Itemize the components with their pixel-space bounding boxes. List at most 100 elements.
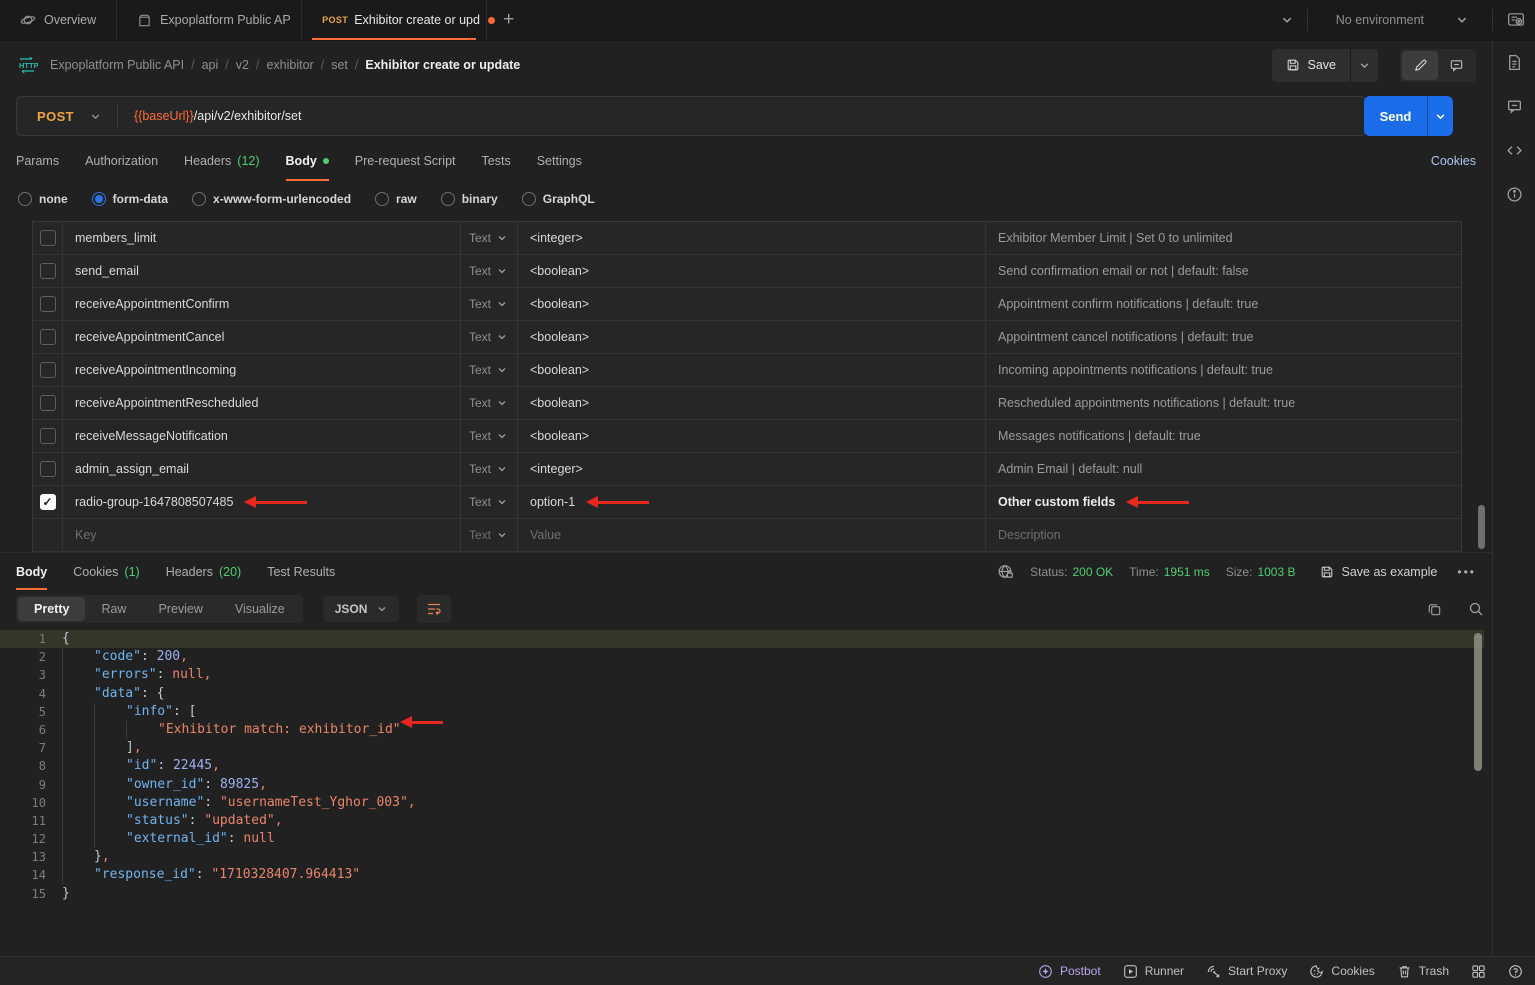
- comments-button[interactable]: [1438, 51, 1474, 80]
- status-value[interactable]: 200 OK: [1072, 565, 1113, 579]
- key-cell[interactable]: members_limit: [63, 222, 461, 254]
- statusbar-trash[interactable]: Trash: [1397, 964, 1449, 979]
- network-globe-icon[interactable]: [997, 563, 1014, 580]
- request-tab-params[interactable]: Params: [16, 141, 59, 181]
- save-button[interactable]: Save: [1272, 49, 1351, 82]
- type-select[interactable]: Text: [461, 354, 518, 386]
- breadcrumb-segment[interactable]: Expoplatform Public API: [50, 58, 184, 72]
- request-tab-body[interactable]: Body: [286, 141, 329, 181]
- description-cell[interactable]: Admin Email | default: null: [986, 453, 1461, 485]
- request-tab-settings[interactable]: Settings: [537, 141, 582, 181]
- description-cell[interactable]: Messages notifications | default: true: [986, 420, 1461, 452]
- description-cell[interactable]: Rescheduled appointments notifications |…: [986, 387, 1461, 419]
- key-cell[interactable]: receiveAppointmentIncoming: [63, 354, 461, 386]
- statusbar-postbot[interactable]: Postbot: [1038, 964, 1101, 979]
- breadcrumb-segment[interactable]: v2: [236, 58, 249, 72]
- search-icon[interactable]: [1468, 601, 1484, 617]
- view-tab-preview[interactable]: Preview: [142, 597, 218, 621]
- tab-collection-expoplatform[interactable]: Expoplatform Public AP: [117, 0, 302, 40]
- request-tab-pre-request-script[interactable]: Pre-request Script: [355, 141, 456, 181]
- type-select[interactable]: Text: [461, 288, 518, 320]
- description-cell[interactable]: Send confirmation email or not | default…: [986, 255, 1461, 287]
- row-checkbox[interactable]: [40, 329, 56, 345]
- description-cell[interactable]: Incoming appointments notifications | de…: [986, 354, 1461, 386]
- breadcrumb-segment[interactable]: exhibitor: [266, 58, 313, 72]
- type-select[interactable]: Text: [461, 420, 518, 452]
- statusbar-panel-layout-icon[interactable]: [1471, 964, 1486, 979]
- value-cell[interactable]: <boolean>: [518, 387, 986, 419]
- value-cell[interactable]: <boolean>: [518, 321, 986, 353]
- request-tab-authorization[interactable]: Authorization: [85, 141, 158, 181]
- view-tab-raw[interactable]: Raw: [85, 597, 142, 621]
- row-checkbox[interactable]: [40, 494, 56, 510]
- key-cell[interactable]: admin_assign_email: [63, 453, 461, 485]
- tab-request-exhibitor-create[interactable]: POST Exhibitor create or upd: [302, 0, 487, 40]
- method-selector[interactable]: POST: [17, 109, 90, 124]
- type-select[interactable]: Text: [461, 453, 518, 485]
- save-as-example-button[interactable]: Save as example: [1320, 565, 1438, 579]
- value-cell[interactable]: <boolean>: [518, 354, 986, 386]
- format-select[interactable]: JSON: [323, 596, 400, 622]
- type-select[interactable]: Text: [461, 519, 518, 551]
- info-icon[interactable]: [1506, 186, 1523, 203]
- body-mode-graphql[interactable]: GraphQL: [522, 192, 595, 206]
- breadcrumb-segment[interactable]: set: [331, 58, 348, 72]
- type-select[interactable]: Text: [461, 387, 518, 419]
- request-scrollbar-thumb[interactable]: [1478, 505, 1485, 549]
- type-select[interactable]: Text: [461, 321, 518, 353]
- key-cell[interactable]: Key: [63, 519, 461, 551]
- row-checkbox[interactable]: [40, 395, 56, 411]
- method-chevron-icon[interactable]: [90, 111, 117, 122]
- key-cell[interactable]: receiveAppointmentConfirm: [63, 288, 461, 320]
- documentation-icon[interactable]: [1506, 54, 1523, 71]
- row-checkbox[interactable]: [40, 362, 56, 378]
- url-input[interactable]: {{baseUrl}}/api/v2/exhibitor/set: [118, 109, 301, 123]
- description-cell[interactable]: Exhibitor Member Limit | Set 0 to unlimi…: [986, 222, 1461, 254]
- body-mode-raw[interactable]: raw: [375, 192, 417, 206]
- breadcrumb-segment[interactable]: api: [202, 58, 219, 72]
- value-cell[interactable]: <integer>: [518, 453, 986, 485]
- description-cell[interactable]: Appointment cancel notifications | defau…: [986, 321, 1461, 353]
- view-tab-pretty[interactable]: Pretty: [18, 597, 85, 621]
- value-cell[interactable]: <boolean>: [518, 420, 986, 452]
- body-mode-x-www-form-urlencoded[interactable]: x-www-form-urlencoded: [192, 192, 351, 206]
- type-select[interactable]: Text: [461, 222, 518, 254]
- view-tab-visualize[interactable]: Visualize: [219, 597, 301, 621]
- description-cell[interactable]: Description: [986, 519, 1461, 551]
- time-value[interactable]: 1951 ms: [1164, 565, 1210, 579]
- value-cell[interactable]: <boolean>: [518, 255, 986, 287]
- save-options-chevron[interactable]: [1350, 49, 1378, 82]
- cookies-link[interactable]: Cookies: [1431, 154, 1476, 168]
- send-button[interactable]: Send: [1364, 96, 1427, 136]
- statusbar-cookies[interactable]: Cookies: [1309, 964, 1374, 979]
- row-checkbox[interactable]: [40, 461, 56, 477]
- environment-quick-look-icon[interactable]: [1507, 11, 1525, 29]
- row-checkbox[interactable]: [40, 296, 56, 312]
- description-cell[interactable]: Other custom fields: [986, 486, 1461, 518]
- tab-overflow-chevron-icon[interactable]: [1281, 14, 1293, 26]
- key-cell[interactable]: receiveMessageNotification: [63, 420, 461, 452]
- size-value[interactable]: 1003 B: [1257, 565, 1295, 579]
- value-cell[interactable]: Value: [518, 519, 986, 551]
- statusbar-help-icon[interactable]: [1508, 964, 1523, 979]
- request-tab-headers[interactable]: Headers(12): [184, 141, 259, 181]
- response-more-options[interactable]: •••: [1457, 565, 1476, 579]
- body-mode-binary[interactable]: binary: [441, 192, 498, 206]
- key-cell[interactable]: receiveAppointmentRescheduled: [63, 387, 461, 419]
- statusbar-start-proxy[interactable]: Start Proxy: [1206, 964, 1287, 979]
- copy-icon[interactable]: [1427, 602, 1442, 617]
- request-tab-tests[interactable]: Tests: [482, 141, 511, 181]
- key-cell[interactable]: send_email: [63, 255, 461, 287]
- body-mode-none[interactable]: none: [18, 192, 68, 206]
- description-cell[interactable]: Appointment confirm notifications | defa…: [986, 288, 1461, 320]
- row-checkbox[interactable]: [40, 263, 56, 279]
- statusbar-runner[interactable]: Runner: [1123, 964, 1184, 979]
- value-cell[interactable]: option-1: [518, 486, 986, 518]
- response-tab-headers[interactable]: Headers(20): [166, 553, 241, 590]
- type-select[interactable]: Text: [461, 255, 518, 287]
- send-options-chevron[interactable]: [1427, 96, 1453, 136]
- edit-button[interactable]: [1402, 51, 1438, 80]
- key-cell[interactable]: receiveAppointmentCancel: [63, 321, 461, 353]
- body-mode-form-data[interactable]: form-data: [92, 192, 168, 206]
- value-cell[interactable]: <boolean>: [518, 288, 986, 320]
